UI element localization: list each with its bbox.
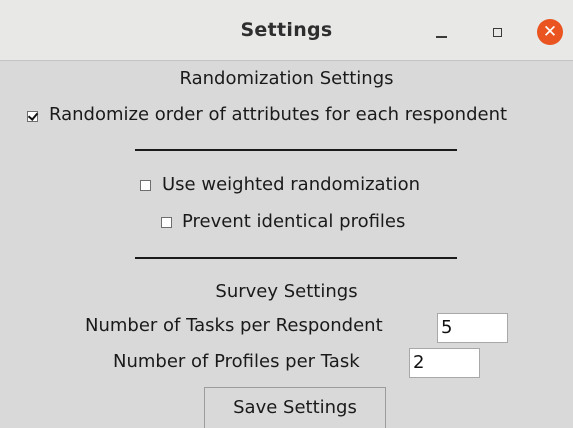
title-bar[interactable]: Settings ✕ [0,0,573,61]
tasks-per-respondent-label: Number of Tasks per Respondent [85,315,383,336]
prevent-identical-checkbox[interactable] [161,217,172,228]
weighted-randomization-checkbox[interactable] [140,180,151,191]
prevent-identical-label[interactable]: Prevent identical profiles [182,211,405,232]
close-icon: ✕ [537,19,563,45]
save-settings-button[interactable]: Save Settings [204,387,386,428]
separator-bottom [135,257,457,259]
profiles-per-task-input[interactable]: 2 [409,348,480,378]
minimize-button[interactable] [427,18,455,46]
minimize-icon [435,36,447,38]
maximize-icon [492,27,502,37]
maximize-button[interactable] [483,18,511,46]
randomize-order-checkbox[interactable] [27,111,38,122]
tasks-per-respondent-input[interactable]: 5 [437,313,508,343]
profiles-per-task-label: Number of Profiles per Task [113,351,360,372]
randomization-heading: Randomization Settings [179,68,394,89]
settings-window: Settings ✕ Randomization Settings Random… [0,0,573,428]
separator-top [135,149,457,151]
close-button[interactable]: ✕ [536,18,564,46]
weighted-randomization-label[interactable]: Use weighted randomization [162,174,420,195]
randomize-order-label[interactable]: Randomize order of attributes for each r… [49,104,507,125]
survey-heading: Survey Settings [215,281,358,302]
